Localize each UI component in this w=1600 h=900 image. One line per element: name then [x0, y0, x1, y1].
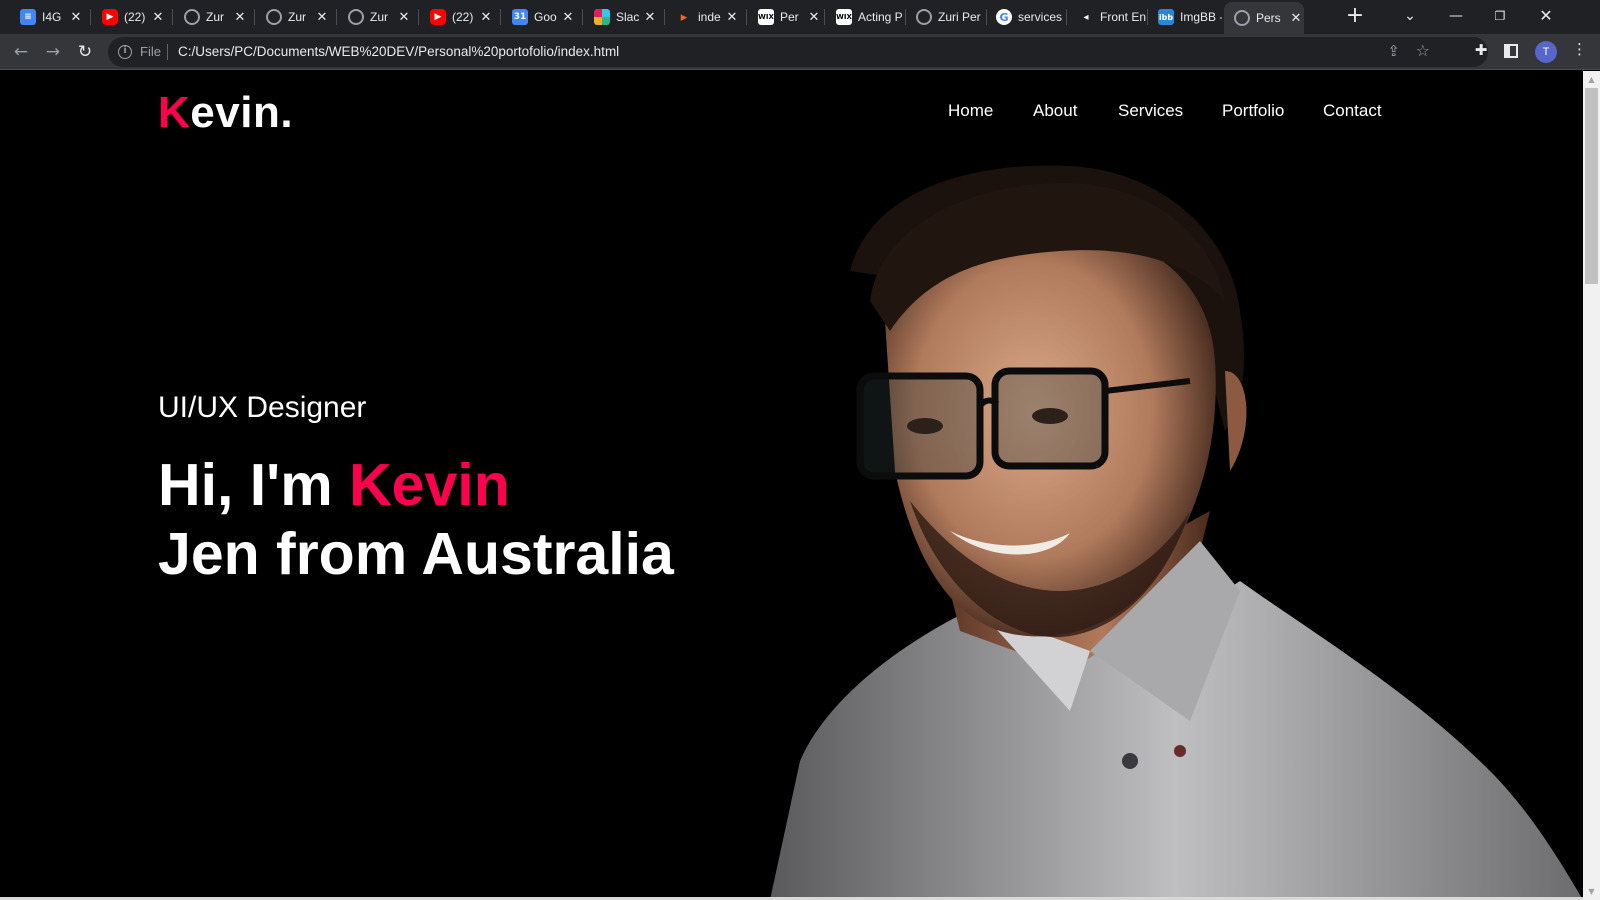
- close-tab-icon[interactable]: ✕: [150, 10, 166, 25]
- extensions-puzzle-icon[interactable]: ✚: [1470, 41, 1492, 59]
- browser-tab[interactable]: Zur ✕: [340, 2, 412, 32]
- close-tab-icon[interactable]: ✕: [806, 10, 822, 25]
- bookmark-star-icon[interactable]: ☆: [1416, 41, 1430, 60]
- nav-link-services[interactable]: Services: [1118, 101, 1183, 121]
- slack-icon: [594, 9, 610, 25]
- vertical-scrollbar[interactable]: ▲ ▼: [1583, 71, 1600, 900]
- nav-link-home[interactable]: Home: [948, 101, 993, 121]
- back-arrow-icon[interactable]: ←: [9, 40, 33, 64]
- side-panel-icon[interactable]: [1504, 44, 1518, 58]
- youtube-icon: ▶: [430, 9, 446, 25]
- menu-kebab-icon[interactable]: ⋮: [1572, 40, 1587, 58]
- browser-tab[interactable]: WIX Per ✕: [750, 2, 822, 32]
- globe-icon: [1234, 10, 1250, 26]
- close-window-icon[interactable]: ✕: [1526, 3, 1566, 29]
- hero-portrait-image: [770, 165, 1583, 900]
- globe-icon: [916, 9, 932, 25]
- profile-avatar[interactable]: T: [1535, 41, 1557, 63]
- globe-icon: [184, 9, 200, 25]
- nav-link-contact[interactable]: Contact: [1323, 101, 1382, 121]
- info-icon[interactable]: i: [118, 45, 132, 59]
- browser-tab[interactable]: 31 Goo ✕: [504, 2, 576, 32]
- arrow-icon: ▸: [680, 9, 688, 25]
- restore-icon[interactable]: ❐: [1480, 3, 1520, 29]
- browser-tab[interactable]: Zuri Per: [908, 2, 984, 32]
- close-tab-icon[interactable]: ✕: [478, 10, 494, 25]
- browser-tab[interactable]: ▶ (22) ✕: [422, 2, 494, 32]
- google-calendar-icon: 31: [512, 9, 528, 25]
- close-tab-icon[interactable]: ✕: [396, 10, 412, 25]
- close-tab-icon[interactable]: ✕: [68, 10, 84, 25]
- hero-name: Kevin: [349, 452, 510, 518]
- imgbb-icon: ibb: [1158, 9, 1174, 25]
- logo-accent-letter: K: [158, 88, 191, 137]
- browser-tab[interactable]: ▸ inde ✕: [668, 2, 740, 32]
- close-tab-icon[interactable]: ✕: [642, 10, 658, 25]
- globe-icon: [348, 9, 364, 25]
- browser-tab[interactable]: Slac ✕: [586, 2, 658, 32]
- frontend-mentor-icon: ◂: [1083, 11, 1089, 23]
- tab-strip: ≡ I4G ✕ ▶ (22) ✕ Zur ✕ Zur ✕ Zur ✕ ▶ (22…: [0, 0, 1600, 34]
- close-tab-icon[interactable]: ✕: [1288, 11, 1304, 26]
- logo-text: evin.: [190, 88, 294, 137]
- browser-tab[interactable]: ◂ Front En: [1070, 2, 1146, 32]
- url-scheme: File: [140, 44, 161, 59]
- address-bar[interactable]: i File C:/Users/PC/Documents/WEB%20DEV/P…: [108, 37, 1488, 67]
- hero-headline-line2: Jen from Australia: [158, 521, 674, 587]
- browser-toolbar: ← → ↻ i File C:/Users/PC/Documents/WEB%2…: [0, 34, 1600, 70]
- minimize-icon[interactable]: —: [1436, 3, 1476, 29]
- browser-tab[interactable]: ≡ I4G ✕: [12, 2, 84, 32]
- hero-headline: Hi, I'm Kevin Jen from Australia: [158, 451, 674, 589]
- browser-tab-active[interactable]: Pers ✕: [1224, 2, 1304, 34]
- nav-link-portfolio[interactable]: Portfolio: [1222, 101, 1284, 121]
- browser-tab[interactable]: WIX Acting P: [828, 2, 904, 32]
- new-tab-button[interactable]: +: [1343, 4, 1367, 28]
- browser-tab[interactable]: Zur ✕: [176, 2, 248, 32]
- hero-greeting: Hi, I'm: [158, 452, 350, 518]
- share-icon[interactable]: ⇪: [1387, 42, 1400, 60]
- page-viewport: Kevin. Home About Services Portfolio Con…: [0, 71, 1583, 900]
- scroll-down-arrow-icon[interactable]: ▼: [1583, 883, 1600, 900]
- hero-role: UI/UX Designer: [158, 391, 367, 424]
- forward-arrow-icon[interactable]: →: [41, 40, 65, 64]
- scroll-up-arrow-icon[interactable]: ▲: [1583, 71, 1600, 88]
- globe-icon: [266, 9, 282, 25]
- close-tab-icon[interactable]: ✕: [314, 10, 330, 25]
- divider: [167, 44, 168, 60]
- wix-icon: WIX: [836, 9, 852, 25]
- reload-icon[interactable]: ↻: [73, 40, 97, 64]
- google-docs-icon: ≡: [20, 9, 36, 25]
- google-icon: G: [996, 9, 1012, 25]
- nav-link-about[interactable]: About: [1033, 101, 1077, 121]
- browser-tab[interactable]: ▶ (22) ✕: [94, 2, 166, 32]
- close-tab-icon[interactable]: ✕: [232, 10, 248, 25]
- youtube-icon: ▶: [102, 9, 118, 25]
- url-text[interactable]: C:/Users/PC/Documents/WEB%20DEV/Personal…: [178, 44, 619, 59]
- close-tab-icon[interactable]: ✕: [560, 10, 576, 25]
- tab-search-icon[interactable]: ⌄: [1390, 3, 1430, 29]
- site-logo[interactable]: Kevin.: [158, 88, 293, 138]
- browser-tab[interactable]: ibb ImgBB -: [1150, 2, 1222, 32]
- close-tab-icon[interactable]: ✕: [724, 10, 740, 25]
- wix-icon: WIX: [758, 9, 774, 25]
- scrollbar-thumb[interactable]: [1585, 88, 1598, 284]
- browser-tab[interactable]: G services: [988, 2, 1064, 32]
- browser-tab[interactable]: Zur ✕: [258, 2, 330, 32]
